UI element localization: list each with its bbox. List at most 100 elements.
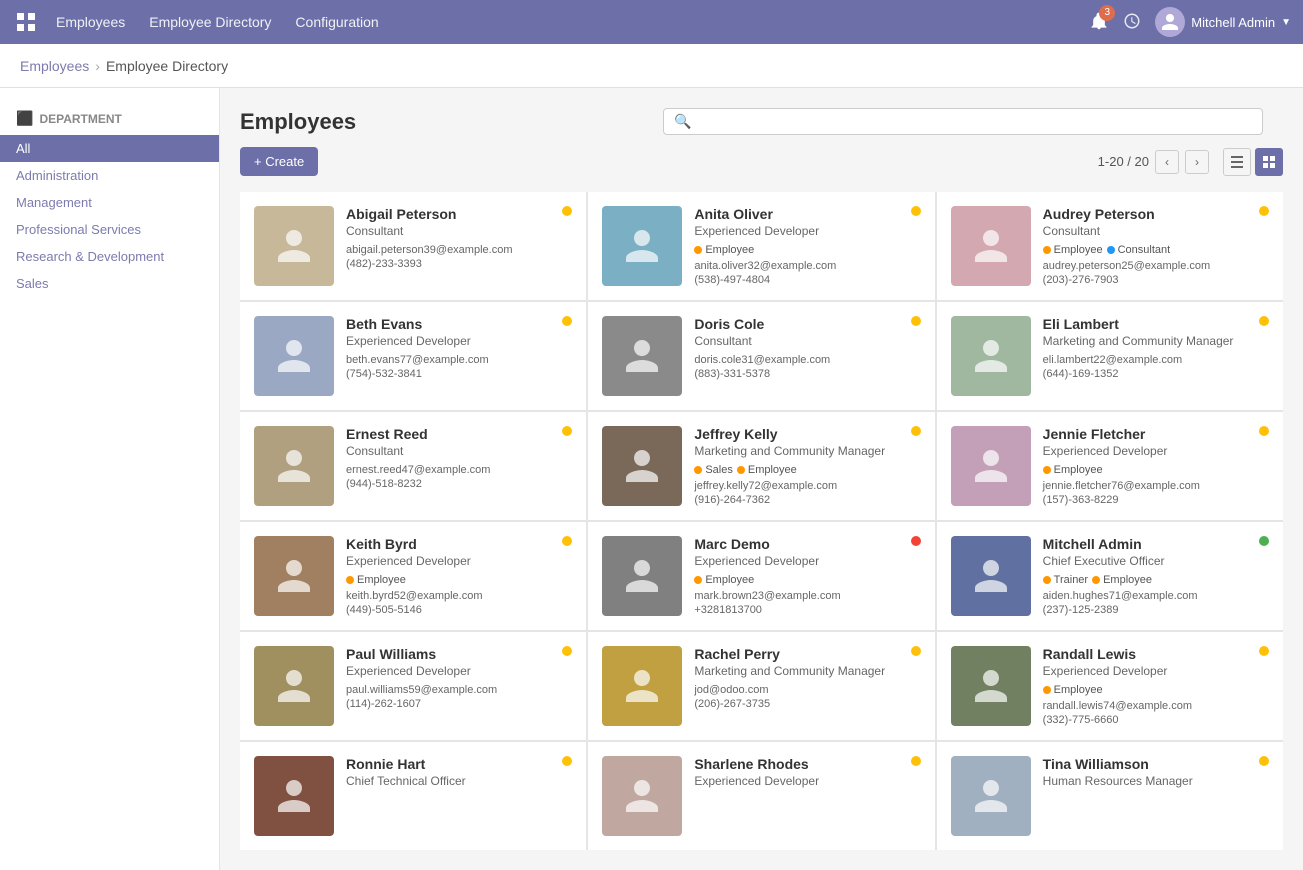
employee-info: Paul Williams Experienced Developer paul… [346,646,572,710]
employee-title: Consultant [346,224,572,238]
breadcrumb: Employees › Employee Directory [0,44,1303,88]
employee-card[interactable]: Rachel Perry Marketing and Community Man… [588,632,934,740]
sidebar-item-all[interactable]: All [0,135,219,162]
employee-title: Marketing and Community Manager [694,664,920,678]
employee-photo [602,426,682,506]
employee-info: Sharlene Rhodes Experienced Developer [694,756,920,794]
notification-badge: 3 [1099,5,1115,21]
employee-name: Marc Demo [694,536,920,552]
employee-email: abigail.peterson39@example.com [346,244,572,256]
employee-card[interactable]: Ronnie Hart Chief Technical Officer [240,742,586,850]
employee-name: Jeffrey Kelly [694,426,920,442]
employee-name: Tina Williamson [1043,756,1269,772]
create-button[interactable]: + Create [240,147,318,176]
employee-info: Beth Evans Experienced Developer beth.ev… [346,316,572,380]
nav-employee-directory-link[interactable]: Employee Directory [149,14,271,30]
employee-title: Consultant [346,444,572,458]
employee-card[interactable]: Tina Williamson Human Resources Manager [937,742,1283,850]
pagination-info: 1-20 / 20 [1098,154,1149,169]
employee-card[interactable]: Jeffrey Kelly Marketing and Community Ma… [588,412,934,520]
employee-info: Abigail Peterson Consultant abigail.pete… [346,206,572,270]
toolbar: + Create 1-20 / 20 ‹ › [240,147,1283,176]
status-indicator [911,536,921,546]
employee-photo [951,316,1031,396]
grid-menu-icon[interactable] [12,8,40,36]
employee-title: Experienced Developer [346,664,572,678]
search-bar[interactable]: 🔍 [663,108,1263,135]
employee-card[interactable]: Sharlene Rhodes Experienced Developer [588,742,934,850]
employee-card[interactable]: Eli Lambert Marketing and Community Mana… [937,302,1283,410]
employee-card[interactable]: Keith Byrd Experienced Developer Employe… [240,522,586,630]
employee-name: Sharlene Rhodes [694,756,920,772]
view-toggle [1223,148,1283,176]
user-menu[interactable]: Mitchell Admin ▼ [1155,7,1291,37]
employee-card[interactable]: Randall Lewis Experienced Developer Empl… [937,632,1283,740]
employee-photo [951,536,1031,616]
sidebar-item-professional-services[interactable]: Professional Services [0,216,219,243]
employee-title: Marketing and Community Manager [1043,334,1269,348]
search-input[interactable] [697,114,1252,129]
employee-card[interactable]: Marc Demo Experienced Developer Employee… [588,522,934,630]
sidebar-item-sales[interactable]: Sales [0,270,219,297]
employee-title: Experienced Developer [1043,664,1269,678]
employee-name: Jennie Fletcher [1043,426,1269,442]
employee-card[interactable]: Mitchell Admin Chief Executive Officer T… [937,522,1283,630]
breadcrumb-parent[interactable]: Employees [20,58,89,74]
status-indicator [1259,206,1269,216]
employee-phone: (203)-276-7903 [1043,274,1269,286]
employee-email: doris.cole31@example.com [694,354,920,366]
toolbar-right: 1-20 / 20 ‹ › [1098,148,1283,176]
employee-email: ernest.reed47@example.com [346,464,572,476]
employee-card[interactable]: Jennie Fletcher Experienced Developer Em… [937,412,1283,520]
employee-email: aiden.hughes71@example.com [1043,590,1269,602]
notification-icon[interactable]: 3 [1089,11,1109,34]
employee-name: Eli Lambert [1043,316,1269,332]
employee-tag: Employee [694,244,754,256]
main-layout: ⬛ DEPARTMENT All Administration Manageme… [0,88,1303,870]
sidebar-item-management[interactable]: Management [0,189,219,216]
status-indicator [911,426,921,436]
employee-card[interactable]: Abigail Peterson Consultant abigail.pete… [240,192,586,300]
employee-card[interactable]: Anita Oliver Experienced Developer Emplo… [588,192,934,300]
sidebar-item-research-development[interactable]: Research & Development [0,243,219,270]
nav-employees-link[interactable]: Employees [56,14,125,30]
employee-info: Jennie Fletcher Experienced Developer Em… [1043,426,1269,506]
clock-icon[interactable] [1123,12,1141,33]
employee-name: Anita Oliver [694,206,920,222]
sidebar-section-department: ⬛ DEPARTMENT [0,104,219,135]
employee-photo [602,756,682,836]
employee-name: Paul Williams [346,646,572,662]
employee-info: Anita Oliver Experienced Developer Emplo… [694,206,920,286]
list-view-button[interactable] [1223,148,1251,176]
search-icon: 🔍 [674,113,691,130]
employee-card[interactable]: Ernest Reed Consultant ernest.reed47@exa… [240,412,586,520]
prev-page-button[interactable]: ‹ [1155,150,1179,174]
employee-photo [254,426,334,506]
employee-info: Mitchell Admin Chief Executive Officer T… [1043,536,1269,616]
employee-phone: (482)-233-3393 [346,258,572,270]
nav-configuration-link[interactable]: Configuration [295,14,378,30]
employee-card[interactable]: Paul Williams Experienced Developer paul… [240,632,586,740]
employee-card[interactable]: Beth Evans Experienced Developer beth.ev… [240,302,586,410]
employee-email: eli.lambert22@example.com [1043,354,1269,366]
employee-phone: (206)-267-3735 [694,698,920,710]
employee-title: Experienced Developer [694,774,920,788]
next-page-button[interactable]: › [1185,150,1209,174]
page-header: Employees 🔍 [240,108,1283,135]
employee-phone: (114)-262-1607 [346,698,572,710]
grid-view-button[interactable] [1255,148,1283,176]
employee-title: Experienced Developer [346,334,572,348]
employee-photo [951,756,1031,836]
employee-name: Beth Evans [346,316,572,332]
employee-phone: (944)-518-8232 [346,478,572,490]
employee-card[interactable]: Doris Cole Consultant doris.cole31@examp… [588,302,934,410]
sidebar-item-administration[interactable]: Administration [0,162,219,189]
employee-title: Consultant [1043,224,1269,238]
employee-title: Experienced Developer [1043,444,1269,458]
employee-photo [951,646,1031,726]
employee-photo [951,426,1031,506]
employee-tag: Sales [694,464,733,476]
sidebar-section-label: DEPARTMENT [39,112,121,126]
employee-card[interactable]: Audrey Peterson Consultant Employee Cons… [937,192,1283,300]
employee-email: randall.lewis74@example.com [1043,700,1269,712]
